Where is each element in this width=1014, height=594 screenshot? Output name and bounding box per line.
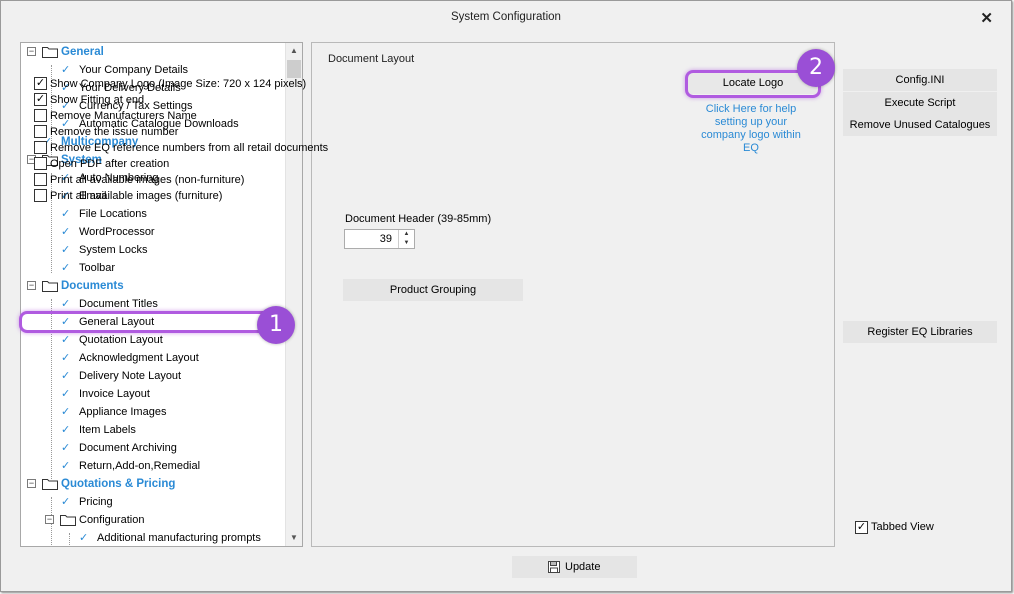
tree-label: Acknowledgment Layout — [79, 352, 199, 364]
check-icon: ✓ — [61, 460, 71, 472]
check-icon: ✓ — [61, 352, 71, 364]
close-icon[interactable]: ✕ — [980, 9, 993, 27]
checkbox-box[interactable]: ✓ — [34, 93, 47, 106]
spinner-value[interactable]: 39 — [380, 233, 392, 245]
check-icon: ✓ — [61, 244, 71, 256]
checkbox-box[interactable]: ✓ — [34, 77, 47, 90]
annotation-badge-2: 2 — [797, 49, 835, 87]
product-grouping-button[interactable]: Product Grouping — [343, 279, 523, 301]
tree-label: Quotations & Pricing — [61, 478, 176, 490]
check-icon: ✓ — [61, 334, 71, 346]
scroll-up-icon[interactable]: ▲ — [286, 43, 302, 59]
collapse-icon[interactable]: − — [27, 281, 36, 290]
register-eq-libraries-button[interactable]: Register EQ Libraries — [843, 321, 997, 343]
check-icon: ✓ — [61, 226, 71, 238]
check-icon: ✓ — [61, 496, 71, 508]
scroll-thumb[interactable] — [287, 60, 301, 78]
checkbox-box[interactable] — [34, 125, 47, 138]
check-icon: ✓ — [61, 262, 71, 274]
check-icon: ✓ — [61, 208, 71, 220]
checkbox-box[interactable]: ✓ — [855, 521, 868, 534]
document-header-label: Document Header (39-85mm) — [345, 213, 492, 225]
checkbox-box[interactable] — [34, 173, 47, 186]
execute-script-button[interactable]: Execute Script — [843, 92, 997, 114]
checkbox-box[interactable] — [34, 157, 47, 170]
collapse-icon[interactable]: − — [45, 515, 54, 524]
checkbox-label: Remove Manufacturers Name — [50, 110, 197, 122]
checkbox-label: Show Company Logo (Image Size: 720 x 124… — [50, 78, 307, 90]
title-bar: System Configuration ✕ — [1, 1, 1011, 31]
tree-label: Configuration — [79, 514, 145, 526]
update-label: Update — [565, 561, 601, 573]
tree-label: General — [61, 46, 104, 58]
checkbox-box[interactable] — [34, 189, 47, 202]
tree-label: Invoice Layout — [79, 388, 150, 400]
check-icon: ✓ — [61, 406, 71, 418]
document-header-spinner[interactable]: 39 ▲ ▼ — [344, 229, 415, 249]
tree-label: Appliance Images — [79, 406, 167, 418]
folder-icon — [42, 281, 58, 292]
tree-scrollbar[interactable]: ▲ ▼ — [285, 43, 302, 546]
check-icon: ✓ — [61, 370, 71, 382]
checkbox-label: Remove EQ reference numbers from all ret… — [50, 142, 329, 154]
tree-line — [69, 533, 70, 546]
check-icon: ✓ — [61, 388, 71, 400]
tree-label: Item Labels — [79, 424, 136, 436]
collapse-icon[interactable]: − — [27, 47, 36, 56]
check-icon: ✓ — [61, 424, 71, 436]
update-button[interactable]: Update — [512, 556, 637, 578]
folder-icon — [42, 479, 58, 490]
tree-label: Return,Add-on,Remedial — [79, 460, 201, 472]
group-title: Document Layout — [328, 53, 415, 65]
tree-label: Documents — [61, 280, 124, 292]
window-title: System Configuration — [451, 11, 561, 23]
spinner-arrows[interactable]: ▲ ▼ — [398, 230, 414, 248]
config-ini-button[interactable]: Config.INI — [843, 69, 997, 91]
check-icon: ✓ — [61, 442, 71, 454]
checkbox-label: Tabbed View — [871, 521, 934, 533]
tree-label: File Locations — [79, 208, 147, 220]
remove-unused-catalogues-button[interactable]: Remove Unused Catalogues — [843, 114, 997, 136]
annotation-badge-1: 1 — [257, 306, 295, 344]
checkbox-label: Show Fitting at end — [50, 94, 145, 106]
tree-label: Pricing — [79, 496, 113, 508]
tree-label: System Locks — [79, 244, 148, 256]
checkbox-label: Print all available images (furniture) — [50, 190, 223, 202]
tree-label: Toolbar — [79, 262, 116, 274]
tree-label: Quotation Layout — [79, 334, 163, 346]
tree-label: Delivery Note Layout — [79, 370, 182, 382]
checkbox-label: Remove the issue number — [50, 126, 179, 138]
checkbox-box[interactable] — [34, 109, 47, 122]
logo-help-link[interactable]: Click Here for help setting up your comp… — [698, 103, 804, 155]
tree-label: Document Archiving — [79, 442, 177, 454]
spin-up-icon[interactable]: ▲ — [399, 230, 414, 239]
highlight-general-layout — [19, 311, 287, 333]
checkbox-label: Print all available images (non-furnitur… — [50, 174, 245, 186]
tree-label: Additional manufacturing prompts — [97, 532, 261, 544]
checkbox-label: Open PDF after creation — [50, 158, 170, 170]
system-configuration-window: System Configuration ✕ − General ✓ Your C… — [0, 0, 1012, 592]
folder-icon — [60, 515, 76, 526]
save-icon — [548, 561, 560, 573]
scroll-down-icon[interactable]: ▼ — [286, 530, 302, 546]
checkbox-box[interactable] — [34, 141, 47, 154]
check-icon: ✓ — [79, 532, 89, 544]
collapse-icon[interactable]: − — [27, 479, 36, 488]
tree-line — [51, 173, 52, 273]
tree-label: WordProcessor — [79, 226, 155, 238]
spin-down-icon[interactable]: ▼ — [399, 239, 414, 248]
folder-icon — [42, 47, 58, 58]
